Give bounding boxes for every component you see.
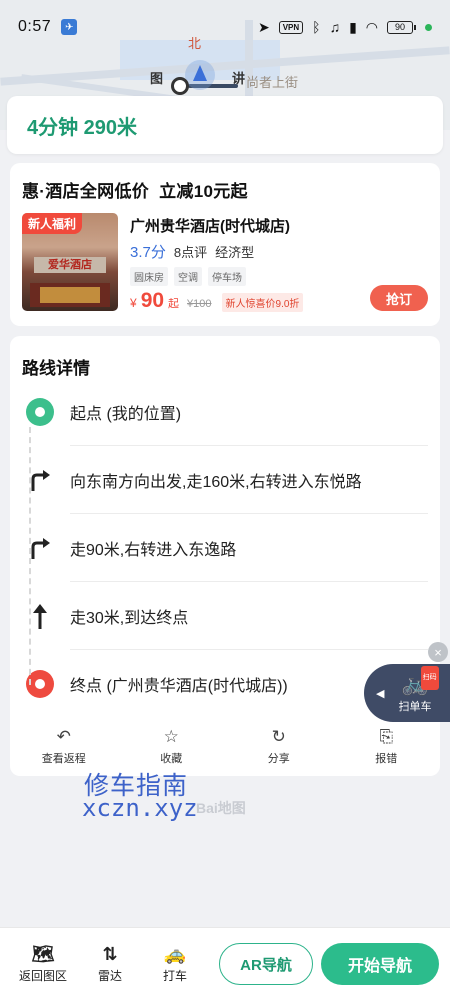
status-bar: 0:57 ✈ ➤ VPN ᛒ ♫ ▮ ◠ 90	[0, 0, 450, 54]
star-icon: ☆	[163, 727, 179, 746]
route-actions: ↶ 查看返程 ☆ 收藏 ↻ 分享 ⎘ 报错	[10, 728, 440, 768]
signal-icon: ▮	[349, 19, 357, 35]
hotel-name: 广州贵华酒店(时代城店)	[130, 218, 290, 235]
ar-navigation-button[interactable]: AR导航	[219, 943, 313, 985]
battery-level: 90	[387, 20, 413, 34]
location-icon: ➤	[257, 19, 270, 35]
start-pin-icon	[26, 398, 54, 426]
route-step-start[interactable]: 起点 (我的位置)	[10, 378, 440, 446]
route-step-text: 走30米,到达终点	[70, 582, 428, 650]
view-return-button[interactable]: ↶ 查看返程	[24, 728, 104, 768]
hotel-sign: 爱华酒店	[34, 257, 106, 273]
headphones-icon: ♫	[329, 19, 341, 35]
start-point-icon	[171, 77, 189, 95]
bottom-item-label: 打车	[162, 969, 187, 983]
status-time: 0:57	[18, 18, 52, 35]
status-icons: ➤ VPN ᛒ ♫ ▮ ◠ 90	[258, 20, 432, 34]
map-icon: 🗺	[31, 944, 55, 964]
start-navigation-button[interactable]: 开始导航	[321, 943, 439, 985]
promo-title: 惠·酒店全网低价 立减10元起	[22, 182, 248, 201]
hotel-tag: 圆床房	[130, 267, 168, 286]
map-poi-label: 图	[150, 71, 164, 86]
action-label: 收藏	[160, 753, 183, 765]
action-label: 分享	[267, 753, 290, 765]
bike-icon: 🚲 扫码	[401, 666, 439, 696]
hotel-listing[interactable]: 爱华酒店 新人福利 广州贵华酒店(时代城店) 3.7分 8点评 经济型 圆床房 …	[22, 213, 428, 313]
watermark-url: xczn.xyz	[82, 794, 198, 822]
back-to-map-button[interactable]: 🗺 返回图区	[15, 944, 71, 984]
route-step[interactable]: 向东南方向出发,走160米,右转进入东悦路	[10, 446, 440, 514]
price-symbol: ¥	[130, 296, 137, 310]
route-step-text: 走90米,右转进入东逸路	[70, 514, 428, 582]
route-step[interactable]: 走90米,右转进入东逸路	[10, 514, 440, 582]
action-label: 报错	[375, 753, 398, 765]
hotel-price: ¥ 90 起 ¥100 新人惊喜价9.0折	[130, 289, 304, 313]
old-price: ¥100	[187, 298, 212, 310]
route-summary-card[interactable]: 4分钟 290米	[7, 96, 443, 154]
hotel-tag: 空调	[174, 267, 202, 286]
share-icon: ↻	[271, 727, 286, 746]
baidu-map-logo: Bai地图	[196, 800, 246, 816]
price-suffix: 起	[168, 298, 180, 310]
straight-arrow-icon	[33, 604, 47, 629]
share-button[interactable]: ↻ 分享	[239, 728, 319, 768]
bottom-item-label: 雷达	[97, 969, 122, 983]
return-icon: ↶	[56, 727, 71, 746]
hotel-category: 经济型	[215, 245, 255, 260]
hotel-image: 爱华酒店 新人福利	[22, 213, 118, 311]
taxi-button[interactable]: 🚕 打车	[147, 944, 203, 984]
hotel-tag: 停车场	[208, 267, 246, 286]
collapse-left-icon[interactable]: ◀	[376, 687, 384, 700]
bluetooth-icon: ᛒ	[312, 19, 321, 35]
bottom-item-label: 返回图区	[18, 969, 67, 983]
hotel-score: 3.7分	[130, 244, 166, 261]
taxi-icon: 🚕	[163, 944, 187, 964]
report-icon: ⎘	[379, 727, 394, 746]
battery-icon: 90	[387, 20, 416, 34]
radar-icon: ⇅	[102, 944, 118, 964]
action-label: 查看返程	[41, 753, 86, 765]
indicator-dot	[425, 23, 432, 31]
close-icon[interactable]: ×	[428, 642, 448, 662]
favorite-button[interactable]: ☆ 收藏	[131, 728, 211, 768]
bottom-bar: 🗺 返回图区 ⇅ 雷达 🚕 打车 AR导航 开始导航	[0, 927, 450, 1000]
route-step[interactable]: 走30米,到达终点	[10, 582, 440, 650]
route-step-text: 起点 (我的位置)	[70, 378, 428, 446]
scan-bike-button[interactable]: ◀ 🚲 扫码 扫单车	[364, 664, 450, 722]
vpn-icon: VPN	[278, 20, 304, 34]
route-title: 路线详情	[22, 359, 90, 378]
map-label: 尚者上街	[246, 75, 299, 90]
route-summary-text: 4分钟 290米	[27, 116, 138, 139]
hotel-meta: 3.7分 8点评 经济型	[130, 241, 254, 262]
current-location-icon	[185, 60, 215, 90]
price-value: 90	[140, 289, 165, 312]
radar-button[interactable]: ⇅ 雷达	[82, 944, 138, 984]
report-error-button[interactable]: ⎘ 报错	[346, 728, 426, 768]
discount-tag: 新人惊喜价9.0折	[221, 293, 304, 312]
new-user-badge: 新人福利	[22, 213, 83, 234]
route-step-text: 向东南方向出发,走160米,右转进入东悦路	[70, 446, 428, 514]
app-notification-icon: ✈	[61, 19, 78, 35]
scan-badge: 扫码	[420, 666, 439, 690]
wifi-icon: ◠	[365, 19, 378, 35]
hotel-tags: 圆床房 空调 停车场	[130, 267, 246, 286]
hotel-reviews: 8点评	[173, 245, 208, 260]
book-button[interactable]: 抢订	[370, 285, 428, 311]
scan-bike-label: 扫单车	[398, 701, 432, 713]
route-connector-line	[29, 427, 31, 685]
hotel-promo-card[interactable]: 惠·酒店全网低价 立减10元起 爱华酒店 新人福利 广州贵华酒店(时代城店) 3…	[10, 163, 440, 326]
